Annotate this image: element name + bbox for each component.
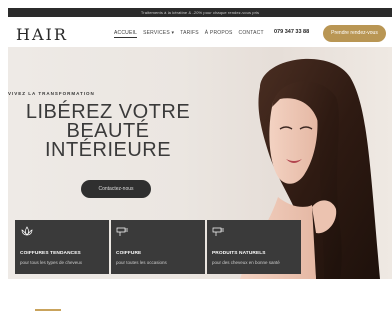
headline-line-3: INTÉRIEURE — [44, 139, 172, 161]
feature-subtitle: pour tous les types de cheveux — [20, 260, 83, 265]
feature-card-natural[interactable]: PRODUITS NATURELS pour des cheveux en bo… — [207, 220, 301, 274]
nav-item-a-propos[interactable]: À PROPOS — [205, 30, 233, 38]
feature-subtitle: pour toutes les occasions — [116, 260, 167, 265]
announcement-bar: Traitements à la kératine & -20% pour ch… — [8, 8, 392, 17]
chevron-down-icon: ▾ — [171, 30, 175, 36]
nav-item-services-label: SERVICES — [143, 30, 170, 36]
book-appointment-button[interactable]: Prendre rendez-vous — [323, 25, 386, 42]
nav-item-contact[interactable]: CONTACT — [239, 30, 264, 38]
site-header: HAIR ACCUEIL SERVICES ▾ TARIFS À PROPOS … — [8, 17, 392, 47]
nav-item-accueil[interactable]: ACCUEIL — [114, 30, 138, 38]
lotus-icon — [21, 226, 33, 236]
announcement-text: Traitements à la kératine & -20% pour ch… — [140, 10, 260, 15]
hair-dryer-icon — [116, 227, 128, 236]
main-nav: ACCUEIL SERVICES ▾ TARIFS À PROPOS CONTA… — [114, 30, 264, 38]
logo[interactable]: HAIR — [16, 25, 68, 44]
feature-title: COIFFURE — [116, 251, 142, 256]
feature-cards: COIFFURES TENDANCES pour tous les types … — [15, 220, 301, 274]
feature-card-coiffure[interactable]: COIFFURE pour toutes les occasions — [111, 220, 205, 274]
feature-subtitle: pour des cheveux en bonne santé — [212, 260, 280, 265]
feature-title: COIFFURES TENDANCES — [20, 251, 81, 256]
hair-dryer-icon — [212, 227, 224, 236]
feature-card-trendy[interactable]: COIFFURES TENDANCES pour tous les types … — [15, 220, 109, 274]
hero-tagline: VIVEZ LA TRANSFORMATION — [8, 91, 95, 96]
contact-us-button[interactable]: Contactez-nous — [81, 180, 151, 198]
hero-headline: LIBÉREZ VOTRE BEAUTÉ INTÉRIEURE — [8, 102, 208, 161]
page: Traitements à la kératine & -20% pour ch… — [8, 8, 392, 315]
feature-title: PRODUITS NATURELS — [212, 251, 266, 256]
section-divider — [35, 309, 61, 311]
nav-item-tarifs[interactable]: TARIFS — [180, 30, 199, 38]
nav-item-services[interactable]: SERVICES ▾ — [143, 30, 174, 38]
phone-number[interactable]: 079 347 33 88 — [274, 29, 309, 35]
